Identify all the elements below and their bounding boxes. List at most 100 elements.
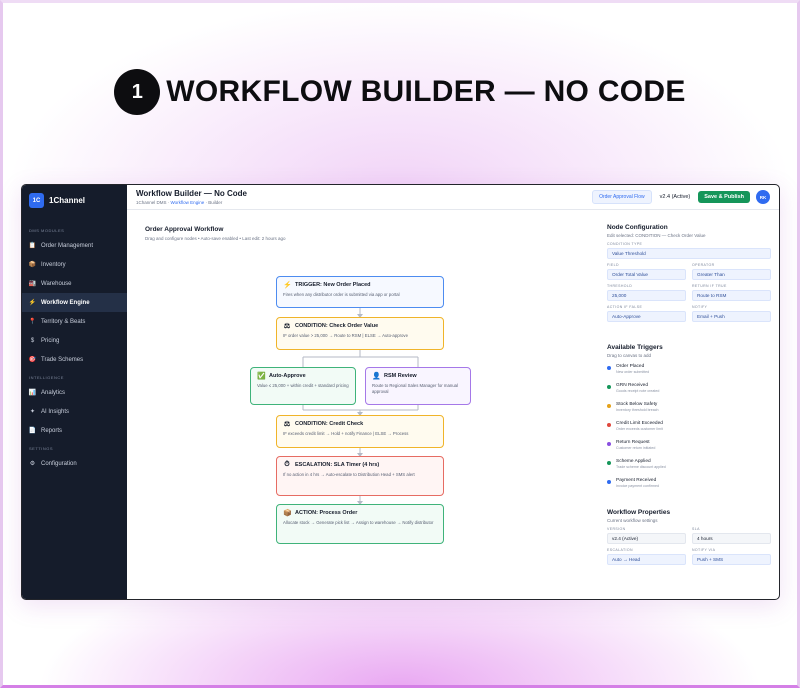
node-title: CONDITION: Credit Check xyxy=(295,421,364,427)
checkmark-icon: ✅ xyxy=(257,373,266,380)
sidebar-item-analytics[interactable]: 📊 Analytics xyxy=(22,383,127,402)
trigger-description: Trade scheme discount applied xyxy=(616,465,666,469)
notify-via-field[interactable]: Push + SMS xyxy=(692,554,771,565)
warehouse-icon: 🏭 xyxy=(28,281,37,287)
headline: 1 WORKFLOW BUILDER — NO CODE xyxy=(0,69,800,115)
notify-select[interactable]: Email + Push xyxy=(692,311,771,322)
node-description: IF exceeds credit limit → Hold + notify … xyxy=(283,431,409,436)
sidebar-section-label: INTELLIGENCE xyxy=(29,375,64,380)
trigger-item[interactable]: Return Request Customer return initiated xyxy=(607,440,771,453)
field-label: SLA xyxy=(692,527,700,531)
node-description: Value ≤ 25,000 + within credit + standar… xyxy=(257,383,349,388)
node-escalation[interactable]: ⏱ ESCALATION: SLA Timer (4 hrs) If no act… xyxy=(276,456,444,496)
field-label: CONDITION TYPE xyxy=(607,242,643,246)
field-label: NOTIFY xyxy=(692,305,708,309)
node-trigger[interactable]: ⚡ TRIGGER: New Order Placed Fires when an… xyxy=(276,276,444,308)
threshold-input[interactable]: 25,000 xyxy=(607,290,686,301)
node-title: Auto-Approve xyxy=(269,373,306,379)
trigger-item[interactable]: Scheme Applied Trade scheme discount appl… xyxy=(607,459,771,472)
node-process-order[interactable]: 📦 ACTION: Process Order Allocate stock → … xyxy=(276,504,444,544)
field-select[interactable]: Order Total Value xyxy=(607,269,686,280)
trigger-text: Credit Limit Exceeded Order exceeds custo… xyxy=(616,421,663,431)
node-title: TRIGGER: New Order Placed xyxy=(295,282,371,288)
node-credit-check[interactable]: ⚖ CONDITION: Credit Check IF exceeds cred… xyxy=(276,415,444,448)
sidebar-item-label: Territory & Beats xyxy=(41,318,86,325)
trigger-text: Return Request Customer return initiated xyxy=(616,440,655,450)
action-if-false-select[interactable]: Auto-Approve xyxy=(607,311,686,322)
trigger-description: Order exceeds customer limit xyxy=(616,427,663,431)
trigger-text: Scheme Applied Trade scheme discount appl… xyxy=(616,459,666,469)
avatar[interactable]: RK xyxy=(756,190,770,204)
topbar: Workflow Builder — No Code 1Channel DMS … xyxy=(127,185,779,210)
sidebar-item-label: Configuration xyxy=(41,460,77,467)
status-dot-icon xyxy=(607,423,611,427)
trigger-name: GRN Received xyxy=(616,383,648,388)
sidebar-item-label: Pricing xyxy=(41,337,60,344)
trigger-name: Return Request xyxy=(616,440,650,445)
sidebar-item-reports[interactable]: 📄 Reports xyxy=(22,421,127,440)
condition-icon: ⚖ xyxy=(283,421,291,428)
trigger-item[interactable]: Stock Below Safety Inventory threshold br… xyxy=(607,402,771,415)
trigger-description: Customer return initiated xyxy=(616,446,656,450)
sidebar-item-configuration[interactable]: ⚙ Configuration xyxy=(22,454,127,473)
breadcrumb-link[interactable]: Workflow Engine xyxy=(171,200,205,205)
breadcrumb: 1Channel DMS · Workflow Engine · Builder xyxy=(136,200,223,205)
trigger-name: Scheme Applied xyxy=(616,459,651,464)
headline-title: WORKFLOW BUILDER — NO CODE xyxy=(166,75,686,108)
trigger-item[interactable]: GRN Received Goods receipt note created xyxy=(607,383,771,396)
status-dot-icon xyxy=(607,442,611,446)
sidebar-item-label: Analytics xyxy=(41,389,66,396)
status-dot-icon xyxy=(607,366,611,370)
sidebar-item-inventory[interactable]: 📦 Inventory xyxy=(22,255,127,274)
sidebar-item-pricing[interactable]: $ Pricing xyxy=(22,331,127,350)
sidebar-item-territory-beats[interactable]: 📍 Territory & Beats xyxy=(22,312,127,331)
trigger-description: Inventory threshold breach xyxy=(616,408,659,412)
node-description: IF order value > 25,000 → Route to RSM |… xyxy=(283,333,408,338)
sidebar-item-trade-schemes[interactable]: 🎯 Trade Schemes xyxy=(22,350,127,369)
sidebar-section-label: DMS MODULES xyxy=(29,228,65,233)
breadcrumb-root[interactable]: 1Channel DMS xyxy=(136,200,167,205)
trigger-text: Stock Below Safety Inventory threshold br… xyxy=(616,402,659,412)
person-icon: 👤 xyxy=(372,373,381,380)
workflow-properties-panel: Workflow Properties Current workflow set… xyxy=(607,509,771,565)
flow-select[interactable]: Order Approval Flow xyxy=(592,190,652,204)
gear-icon: ⚙ xyxy=(29,461,36,467)
sidebar-item-workflow-engine[interactable]: ⚡ Workflow Engine xyxy=(22,293,127,312)
trigger-description: New order submitted xyxy=(616,370,650,374)
sidebar-item-order-management[interactable]: 📋 Order Management xyxy=(22,236,127,255)
node-title: ACTION: Process Order xyxy=(295,510,358,516)
pin-icon: 📍 xyxy=(28,319,37,325)
breadcrumb-leaf: Builder xyxy=(208,200,223,205)
operator-select[interactable]: Greater Than xyxy=(692,269,771,280)
action-if-true-select[interactable]: Route to RSM xyxy=(692,290,771,301)
field-label: VERSION xyxy=(607,527,626,531)
trigger-text: GRN Received Goods receipt note created xyxy=(616,383,659,393)
sidebar-item-warehouse[interactable]: 🏭 Warehouse xyxy=(22,274,127,293)
trigger-item[interactable]: Credit Limit Exceeded Order exceeds custo… xyxy=(607,421,771,434)
sla-field[interactable]: 4 hours xyxy=(692,533,771,544)
node-auto-approve[interactable]: ✅ Auto-Approve Value ≤ 25,000 + within cr… xyxy=(250,367,356,405)
sidebar-item-label: Order Management xyxy=(41,242,94,249)
condition-type-select[interactable]: Value Threshold xyxy=(607,248,771,259)
sidebar-section-label: SETTINGS xyxy=(29,446,54,451)
lightning-icon: ⚡ xyxy=(283,282,292,289)
sidebar-item-label: Inventory xyxy=(41,261,66,268)
node-rsm-review[interactable]: 👤 RSM Review Route to Regional Sales Mana… xyxy=(365,367,471,405)
document-icon: 📄 xyxy=(28,428,37,434)
step-number-badge: 1 xyxy=(114,69,161,115)
escalation-field[interactable]: Auto → Head xyxy=(607,554,686,565)
sidebar-item-ai-insights[interactable]: ✦ AI Insights xyxy=(22,402,127,421)
save-publish-button[interactable]: Save & Publish xyxy=(698,191,750,203)
chart-icon: 📊 xyxy=(28,390,37,396)
trigger-item[interactable]: Order Placed New order submitted xyxy=(607,364,771,377)
sidebar-item-label: Trade Schemes xyxy=(41,356,84,363)
field-label: NOTIFY VIA xyxy=(692,548,716,552)
brand[interactable]: 1C 1Channel xyxy=(22,193,127,222)
node-title: CONDITION: Check Order Value xyxy=(295,323,379,329)
status-dot-icon xyxy=(607,404,611,408)
trigger-item[interactable]: Payment Received Invoice payment confirme… xyxy=(607,478,771,491)
node-condition-order-value[interactable]: ⚖ CONDITION: Check Order Value IF order v… xyxy=(276,317,444,350)
version-field[interactable]: v2.4 (Active) xyxy=(607,533,686,544)
right-panel: Node Configuration Edit selected: CONDIT… xyxy=(597,210,779,599)
page-title: Workflow Builder — No Code xyxy=(136,189,247,198)
